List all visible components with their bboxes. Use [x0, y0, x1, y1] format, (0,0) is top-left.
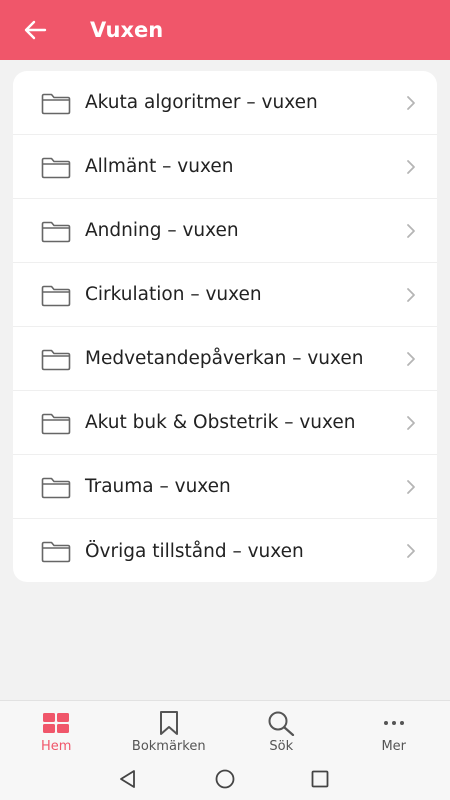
nav-label: Mer — [381, 739, 407, 754]
system-nav-bar — [0, 756, 450, 800]
folder-icon — [41, 349, 71, 371]
list-item[interactable]: Medvetandepåverkan – vuxen — [13, 327, 437, 391]
list-item-label: Akuta algoritmer – vuxen — [85, 92, 318, 113]
list-item-label: Medvetandepåverkan – vuxen — [85, 348, 364, 369]
nav-item-hem[interactable]: Hem — [0, 701, 113, 756]
folder-icon — [41, 413, 71, 435]
search-icon — [268, 711, 295, 736]
grid-icon — [43, 713, 70, 733]
folder-icon — [41, 157, 71, 179]
chevron-right-icon — [407, 352, 415, 366]
app-bar: Vuxen — [0, 0, 450, 60]
list-item[interactable]: Allmänt – vuxen — [13, 135, 437, 199]
list-item[interactable]: Akut buk & Obstetrik – vuxen — [13, 391, 437, 455]
home-circle-icon[interactable] — [214, 768, 236, 790]
list-item[interactable]: Andning – vuxen — [13, 199, 437, 263]
bookmark-icon — [159, 711, 178, 735]
back-button[interactable] — [0, 0, 70, 60]
nav-label: Sök — [269, 739, 294, 754]
chevron-right-icon — [407, 544, 415, 558]
folder-icon — [41, 285, 71, 307]
category-list: Akuta algoritmer – vuxen Allmänt – vuxen A… — [13, 71, 437, 582]
folder-icon — [41, 541, 71, 563]
more-icon — [383, 721, 404, 725]
list-item[interactable]: Akuta algoritmer – vuxen — [13, 71, 437, 135]
list-item[interactable]: Övriga tillstånd – vuxen — [13, 519, 437, 582]
folder-icon — [41, 93, 71, 115]
chevron-right-icon — [407, 416, 415, 430]
list-item[interactable]: Trauma – vuxen — [13, 455, 437, 519]
chevron-right-icon — [407, 160, 415, 174]
nav-item-sok[interactable]: Sök — [225, 701, 338, 756]
chevron-right-icon — [407, 480, 415, 494]
chevron-right-icon — [407, 96, 415, 110]
nav-label: Bokmärken — [131, 739, 206, 754]
list-item-label: Trauma – vuxen — [85, 476, 231, 497]
bottom-nav: Hem Bokmärken Sök Mer — [0, 700, 450, 756]
recents-square-icon[interactable] — [309, 768, 331, 790]
nav-label: Hem — [41, 739, 72, 754]
list-item-label: Andning – vuxen — [85, 220, 239, 241]
list-item[interactable]: Cirkulation – vuxen — [13, 263, 437, 327]
page-title: Vuxen — [90, 18, 164, 42]
nav-item-mer[interactable]: Mer — [338, 701, 450, 756]
folder-icon — [41, 221, 71, 243]
list-item-label: Akut buk & Obstetrik – vuxen — [85, 412, 356, 433]
folder-icon — [41, 477, 71, 499]
list-item-label: Övriga tillstånd – vuxen — [85, 540, 304, 562]
nav-item-bokmarken[interactable]: Bokmärken — [113, 701, 226, 756]
arrow-left-icon — [24, 20, 47, 40]
chevron-right-icon — [407, 288, 415, 302]
list-item-label: Allmänt – vuxen — [85, 156, 234, 177]
list-item-label: Cirkulation – vuxen — [85, 284, 262, 305]
back-triangle-icon[interactable] — [117, 768, 139, 790]
chevron-right-icon — [407, 224, 415, 238]
